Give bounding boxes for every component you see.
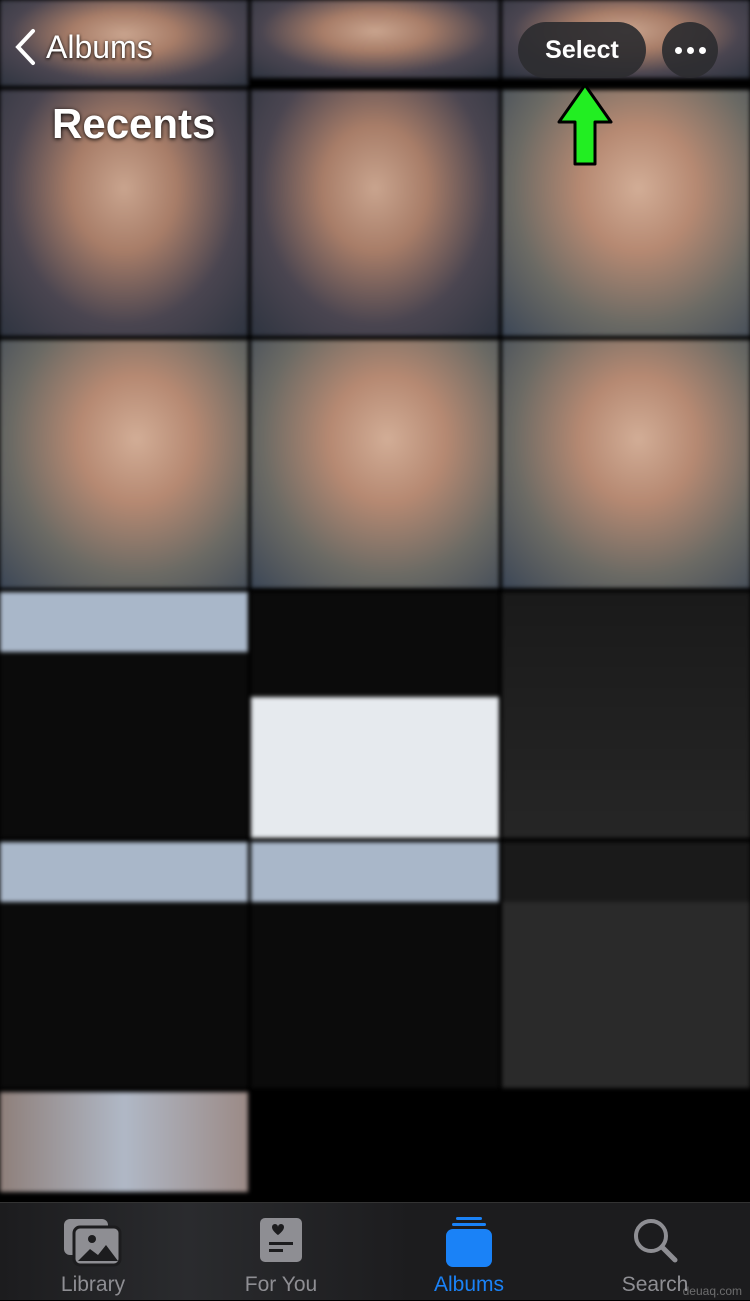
chevron-left-icon <box>15 29 35 65</box>
search-icon <box>634 1219 678 1263</box>
tab-albums[interactable]: Albums <box>394 1203 544 1301</box>
screenshot-thumbnail[interactable] <box>0 842 248 1088</box>
watermark: deuaq.com <box>682 1284 742 1298</box>
photo-thumbnail[interactable] <box>0 1092 248 1192</box>
photo-thumbnail[interactable] <box>251 90 499 336</box>
photo-thumbnail[interactable] <box>251 340 499 588</box>
page-title: Recents <box>52 100 216 147</box>
photo-thumbnail[interactable] <box>502 340 750 588</box>
photos-icon <box>64 1219 122 1267</box>
photo-thumbnail[interactable] <box>0 340 248 588</box>
photo-thumbnail[interactable] <box>502 90 750 336</box>
for-you-icon <box>260 1218 302 1262</box>
tab-for-you[interactable]: For You <box>206 1203 356 1301</box>
nav-header: Albums Select <box>0 0 750 100</box>
screenshot-thumbnail[interactable] <box>502 592 750 838</box>
green-arrow-annotation <box>557 83 613 166</box>
screenshot-thumbnail[interactable] <box>0 592 248 838</box>
select-button[interactable]: Select <box>518 22 646 78</box>
back-button[interactable]: Albums <box>14 28 153 66</box>
screenshot-thumbnail[interactable] <box>502 842 750 1088</box>
tab-label: Albums <box>433 1273 505 1296</box>
back-label: Albums <box>46 28 153 65</box>
screenshot-thumbnail[interactable] <box>251 592 499 838</box>
photo-grid <box>0 0 750 1200</box>
tab-library[interactable]: Library <box>18 1203 168 1301</box>
ellipsis-icon <box>674 46 682 54</box>
tab-label: Search <box>621 1273 689 1296</box>
albums-icon <box>446 1217 492 1267</box>
screenshot-thumbnail[interactable] <box>251 842 499 1088</box>
more-button[interactable] <box>662 22 718 78</box>
tab-bar: Library For You Albums Search <box>0 1202 750 1300</box>
tab-label: For You <box>244 1273 318 1296</box>
tab-label: Library <box>60 1273 126 1296</box>
